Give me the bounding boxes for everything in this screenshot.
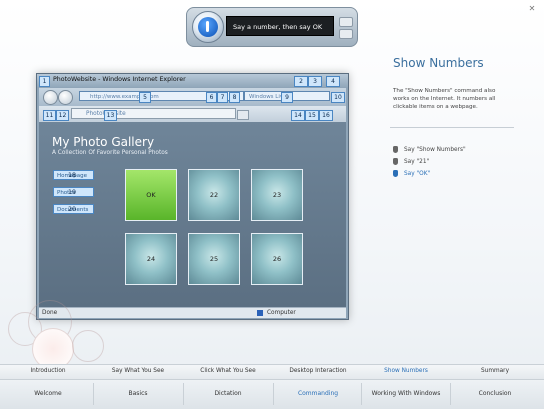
microphone-icon — [393, 170, 398, 177]
badge-search-button[interactable]: 10 — [331, 92, 345, 103]
new-tab-button[interactable] — [237, 110, 249, 120]
nav-summary[interactable]: Summary — [450, 368, 540, 374]
chapter-nav: Welcome Basics Dictation Commanding Work… — [0, 379, 544, 409]
step-1: Say "Show Numbers" — [393, 146, 466, 153]
nav-conclusion[interactable]: Conclusion — [450, 390, 540, 397]
badge-maximize[interactable]: 3 — [308, 76, 322, 87]
forward-button[interactable] — [58, 90, 73, 105]
microphone-icon — [198, 17, 218, 37]
panel-divider — [390, 127, 514, 128]
photo-thumbnail[interactable]: 23 — [251, 169, 303, 221]
photo-thumbnail[interactable]: 24 — [125, 233, 177, 285]
nav-dictation[interactable]: Dictation — [183, 390, 273, 397]
nav-click-what-you-see[interactable]: Click What You See — [183, 368, 273, 374]
badge-feeds[interactable]: 15 — [305, 110, 319, 121]
thumb-number: OK — [146, 191, 156, 199]
nav-basics[interactable]: Basics — [93, 390, 183, 397]
page-title: My Photo Gallery — [52, 135, 155, 149]
thumb-number: 26 — [272, 255, 282, 263]
link-homepage[interactable]: Homepage 18 — [53, 170, 94, 180]
microphone-icon — [393, 158, 398, 165]
back-button[interactable] — [43, 90, 58, 105]
speech-recognition-bar: Say a number, then say OK — [186, 7, 358, 47]
badge-favorites[interactable]: 11 — [43, 110, 56, 121]
microphone-button[interactable] — [192, 11, 224, 43]
badge-refresh[interactable]: 6 — [206, 92, 217, 103]
page-subtitle: A Collection Of Favorite Personal Photos — [52, 150, 168, 156]
microphone-icon — [393, 146, 398, 153]
tab-bar: 11 12 PhotoWebsite 13 14 15 16 — [39, 106, 346, 122]
badge-add-favorite[interactable]: 12 — [56, 110, 69, 121]
step-text: Say "OK" — [404, 171, 431, 177]
step-text: Say "21" — [404, 159, 430, 165]
step-3: Say "OK" — [393, 170, 430, 177]
nav-show-numbers[interactable]: Show Numbers — [361, 368, 451, 374]
badge-close[interactable]: 4 — [326, 76, 340, 87]
badge-search[interactable]: 9 — [281, 92, 293, 103]
panel-title: Show Numbers — [393, 56, 484, 70]
nav-desktop-interaction[interactable]: Desktop Interaction — [273, 368, 363, 374]
window-title: PhotoWebsite - Windows Internet Explorer — [53, 76, 186, 83]
badge-system-menu[interactable]: 1 — [39, 76, 50, 87]
link-badge: 19 — [68, 189, 77, 196]
section-nav: Introduction Say What You See Click What… — [0, 364, 544, 380]
badge-tab[interactable]: 13 — [104, 110, 117, 121]
link-badge: 18 — [68, 172, 77, 179]
tab-photowebsite[interactable]: PhotoWebsite — [71, 108, 236, 119]
badge-minimize[interactable]: 2 — [294, 76, 308, 87]
zone-text: Computer — [267, 310, 296, 316]
badge-go[interactable]: 8 — [229, 92, 240, 103]
thumb-number: 24 — [146, 255, 156, 263]
panel-description: The "Show Numbers" command also works on… — [393, 88, 496, 110]
link-badge: 20 — [68, 206, 77, 213]
page-content: My Photo Gallery A Collection Of Favorit… — [39, 122, 346, 307]
speech-options-button[interactable] — [339, 29, 353, 39]
nav-introduction[interactable]: Introduction — [0, 368, 96, 374]
badge-stop[interactable]: 7 — [217, 92, 228, 103]
close-icon[interactable]: ✕ — [526, 4, 538, 14]
badge-home[interactable]: 14 — [291, 110, 305, 121]
step-text: Say "Show Numbers" — [404, 147, 466, 153]
browser-window: PhotoWebsite - Windows Internet Explorer… — [36, 73, 349, 320]
link-documents[interactable]: Documents 20 — [53, 204, 94, 214]
status-bar: Done Computer — [39, 307, 346, 318]
photo-thumbnail[interactable]: 26 — [251, 233, 303, 285]
photo-thumbnail[interactable]: OK — [125, 169, 177, 221]
thumb-number: 25 — [209, 255, 219, 263]
thumb-number: 22 — [209, 191, 219, 199]
thumb-number: 23 — [272, 191, 282, 199]
badge-print[interactable]: 16 — [319, 110, 333, 121]
title-bar: PhotoWebsite - Windows Internet Explorer… — [37, 74, 348, 87]
badge-address[interactable]: 5 — [139, 92, 151, 103]
step-2: Say "21" — [393, 158, 429, 165]
nav-commanding[interactable]: Commanding — [273, 390, 363, 397]
nav-working-with-windows[interactable]: Working With Windows — [361, 390, 451, 397]
speech-help-button[interactable] — [339, 17, 353, 27]
photo-thumbnail[interactable]: 22 — [188, 169, 240, 221]
photo-thumbnail[interactable]: 25 — [188, 233, 240, 285]
nav-say-what-you-see[interactable]: Say What You See — [93, 368, 183, 374]
link-photos[interactable]: Photos 19 — [53, 187, 94, 197]
nav-welcome[interactable]: Welcome — [0, 390, 96, 397]
speech-feedback-text: Say a number, then say OK — [226, 16, 334, 36]
decorative-circle — [72, 330, 104, 362]
computer-icon — [257, 310, 263, 316]
navigation-bar: http://www.example.com 5 6 7 8 Windows L… — [39, 88, 346, 106]
